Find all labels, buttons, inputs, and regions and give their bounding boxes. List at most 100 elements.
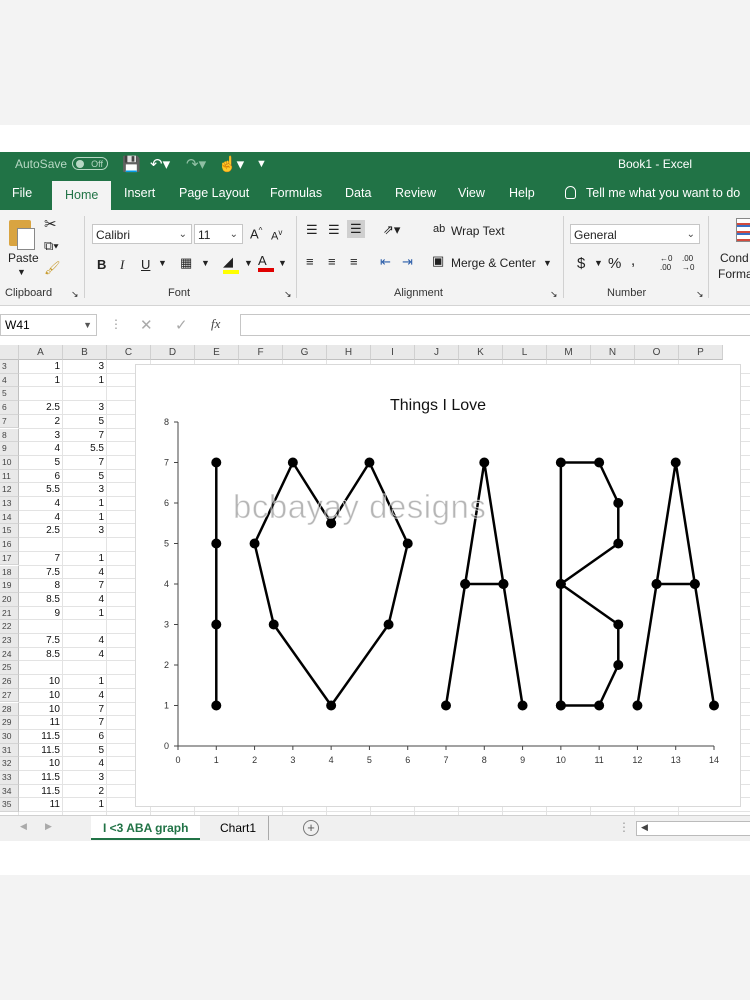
column-header[interactable]: I [371,345,415,360]
column-header[interactable]: N [591,345,635,360]
align-left-icon[interactable]: ≡ [306,254,314,269]
cell-column-a[interactable]: 10 [19,757,63,771]
cell-column-b[interactable]: 1 [63,511,107,525]
cell-column-b[interactable]: 3 [63,524,107,538]
column-header[interactable]: F [239,345,283,360]
borders-dropdown-icon[interactable]: ▼ [201,258,210,268]
decrease-indent-icon[interactable]: ⇤ [380,254,391,270]
align-bottom-icon[interactable]: ☰ [347,220,365,238]
row-header[interactable]: 21 [0,606,19,621]
row-header[interactable]: 14 [0,510,19,525]
column-header[interactable]: G [283,345,327,360]
underline-dropdown-icon[interactable]: ▼ [158,258,167,268]
row-header[interactable]: 8 [0,428,19,443]
comma-button[interactable]: , [631,252,635,269]
tab-home[interactable]: Home [52,181,112,210]
row-header[interactable]: 24 [0,647,19,662]
tab-review[interactable]: Review [395,186,436,200]
select-all-corner[interactable] [0,345,19,360]
cut-icon[interactable]: ✂ [44,215,57,233]
cell-column-a[interactable]: 10 [19,703,63,717]
column-header[interactable]: H [327,345,371,360]
column-header[interactable]: K [459,345,503,360]
cell-column-b[interactable] [63,538,107,552]
row-header[interactable]: 23 [0,634,19,648]
row-header[interactable]: 15 [0,524,19,539]
cell-column-a[interactable]: 11.5 [19,771,63,785]
column-header[interactable]: C [107,345,151,360]
cell-column-a[interactable]: 1 [19,360,63,374]
row-header[interactable]: 22 [0,620,19,634]
row-header[interactable]: 7 [0,414,19,429]
cell-column-b[interactable]: 7 [63,579,107,593]
row-header[interactable]: 18 [0,565,19,580]
cell-column-b[interactable] [63,387,107,401]
underline-button[interactable]: U [141,257,150,272]
insert-function-icon[interactable]: fx [211,316,220,332]
cell-column-a[interactable]: 6 [19,470,63,484]
row-header[interactable]: 32 [0,757,19,771]
cell-column-b[interactable]: 6 [63,730,107,744]
increase-decimal-icon[interactable]: ←0.00 [660,254,672,272]
cell-column-b[interactable]: 3 [63,401,107,415]
cell-column-a[interactable]: 3 [19,429,63,443]
save-icon[interactable]: 💾 [122,155,141,173]
row-header[interactable]: 11 [0,469,19,484]
row-header[interactable]: 3 [0,360,19,374]
font-color-dropdown-icon[interactable]: ▼ [278,258,287,268]
cell-column-a[interactable]: 2 [19,415,63,429]
cell-column-a[interactable]: 5 [19,456,63,470]
cell-column-a[interactable]: 7.5 [19,566,63,580]
conditional-formatting-label-top[interactable]: Cond [720,251,749,265]
cell-column-b[interactable]: 5 [63,470,107,484]
row-header[interactable]: 4 [0,373,19,388]
touch-mode-icon[interactable]: ☝▾ [218,155,244,173]
cell-column-a[interactable]: 11.5 [19,785,63,799]
cell-column-b[interactable]: 4 [63,648,107,662]
row-header[interactable]: 20 [0,592,19,607]
tab-data[interactable]: Data [345,186,371,200]
number-format-select[interactable]: General ⌄ [570,224,700,244]
row-header[interactable]: 31 [0,743,19,758]
cell-column-a[interactable]: 2.5 [19,524,63,538]
row-header[interactable]: 13 [0,497,19,511]
currency-button[interactable]: $ [577,255,585,272]
column-header[interactable]: B [63,345,107,360]
row-header[interactable]: 9 [0,442,19,456]
row-header[interactable]: 25 [0,661,19,676]
row-header[interactable]: 19 [0,579,19,593]
font-launcher-icon[interactable]: ↘ [284,289,292,300]
formula-input[interactable] [240,314,750,336]
cell-column-b[interactable]: 2 [63,785,107,799]
align-center-icon[interactable]: ≡ [328,254,336,269]
sheet-tab-aba-graph[interactable]: I <3 ABA graph [91,816,201,840]
tab-insert[interactable]: Insert [124,186,155,200]
cell-column-b[interactable]: 4 [63,634,107,648]
row-header[interactable]: 10 [0,455,19,470]
format-painter-icon[interactable]: 🖌 [44,260,61,276]
font-name-select[interactable]: Calibri ⌄ [92,224,192,244]
name-box[interactable]: W41 ▼ [0,314,97,336]
column-header[interactable]: D [151,345,195,360]
cell-column-b[interactable]: 5 [63,744,107,758]
orientation-icon[interactable]: ⇗▾ [383,222,400,238]
decrease-font-icon[interactable]: Av [271,228,282,243]
cell-column-a[interactable]: 9 [19,607,63,621]
tab-file[interactable]: File [12,186,32,200]
customize-qat-icon[interactable]: ▼ [256,158,267,170]
autosave-toggle[interactable]: Off [72,157,108,170]
cell-column-b[interactable]: 1 [63,374,107,388]
scroll-right-icon[interactable]: ▶ [45,821,52,832]
column-header[interactable]: A [19,345,63,360]
borders-icon[interactable]: ▦ [180,255,192,271]
cell-column-a[interactable]: 1 [19,374,63,388]
column-header[interactable]: L [503,345,547,360]
add-sheet-icon[interactable]: + [303,820,319,836]
cancel-icon[interactable]: ✕ [140,316,153,334]
cell-column-a[interactable]: 8.5 [19,648,63,662]
cell-column-b[interactable]: 7 [63,716,107,730]
cell-column-b[interactable]: 1 [63,675,107,689]
tab-formulas[interactable]: Formulas [270,186,322,200]
cell-column-a[interactable] [19,387,63,401]
cell-column-b[interactable]: 5 [63,415,107,429]
